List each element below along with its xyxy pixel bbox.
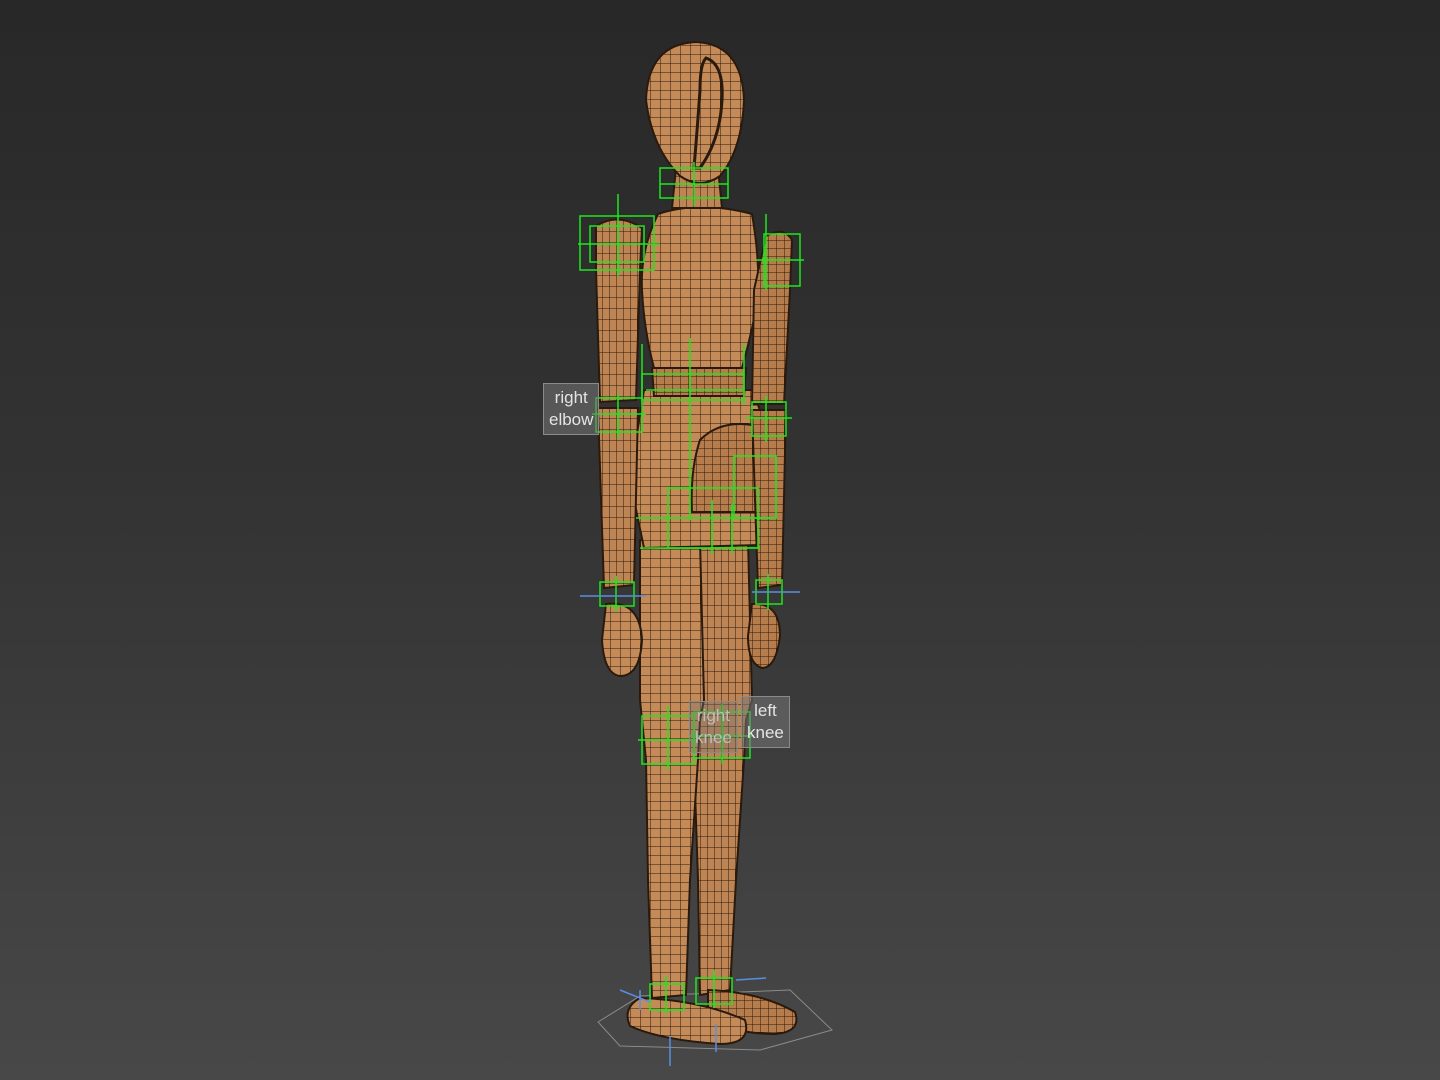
left-knee-label[interactable]: left knee [741, 696, 790, 748]
right-knee-label-line1: right [696, 706, 730, 725]
right-leg[interactable] [639, 539, 706, 1000]
right-upper-arm[interactable] [595, 218, 644, 404]
head[interactable] [644, 40, 746, 184]
left-knee-label-line2: knee [747, 723, 784, 742]
right-elbow-label-line2: elbow [549, 410, 594, 429]
right-elbow-label-line1: right [554, 388, 588, 407]
right-knee-label-line2: knee [695, 728, 732, 747]
left-knee-label-line1: left [754, 701, 777, 720]
torso[interactable] [640, 206, 760, 369]
waist[interactable] [650, 367, 748, 397]
viewport-canvas[interactable] [0, 0, 1440, 1080]
right-hand[interactable] [600, 602, 644, 678]
right-wrist-control[interactable] [599, 576, 635, 612]
3d-viewport[interactable]: right elbow right knee left knee [0, 0, 1440, 1080]
right-elbow-label[interactable]: right elbow [543, 383, 600, 435]
right-knee-label[interactable]: right knee [689, 701, 738, 753]
left-hand[interactable] [746, 602, 782, 670]
